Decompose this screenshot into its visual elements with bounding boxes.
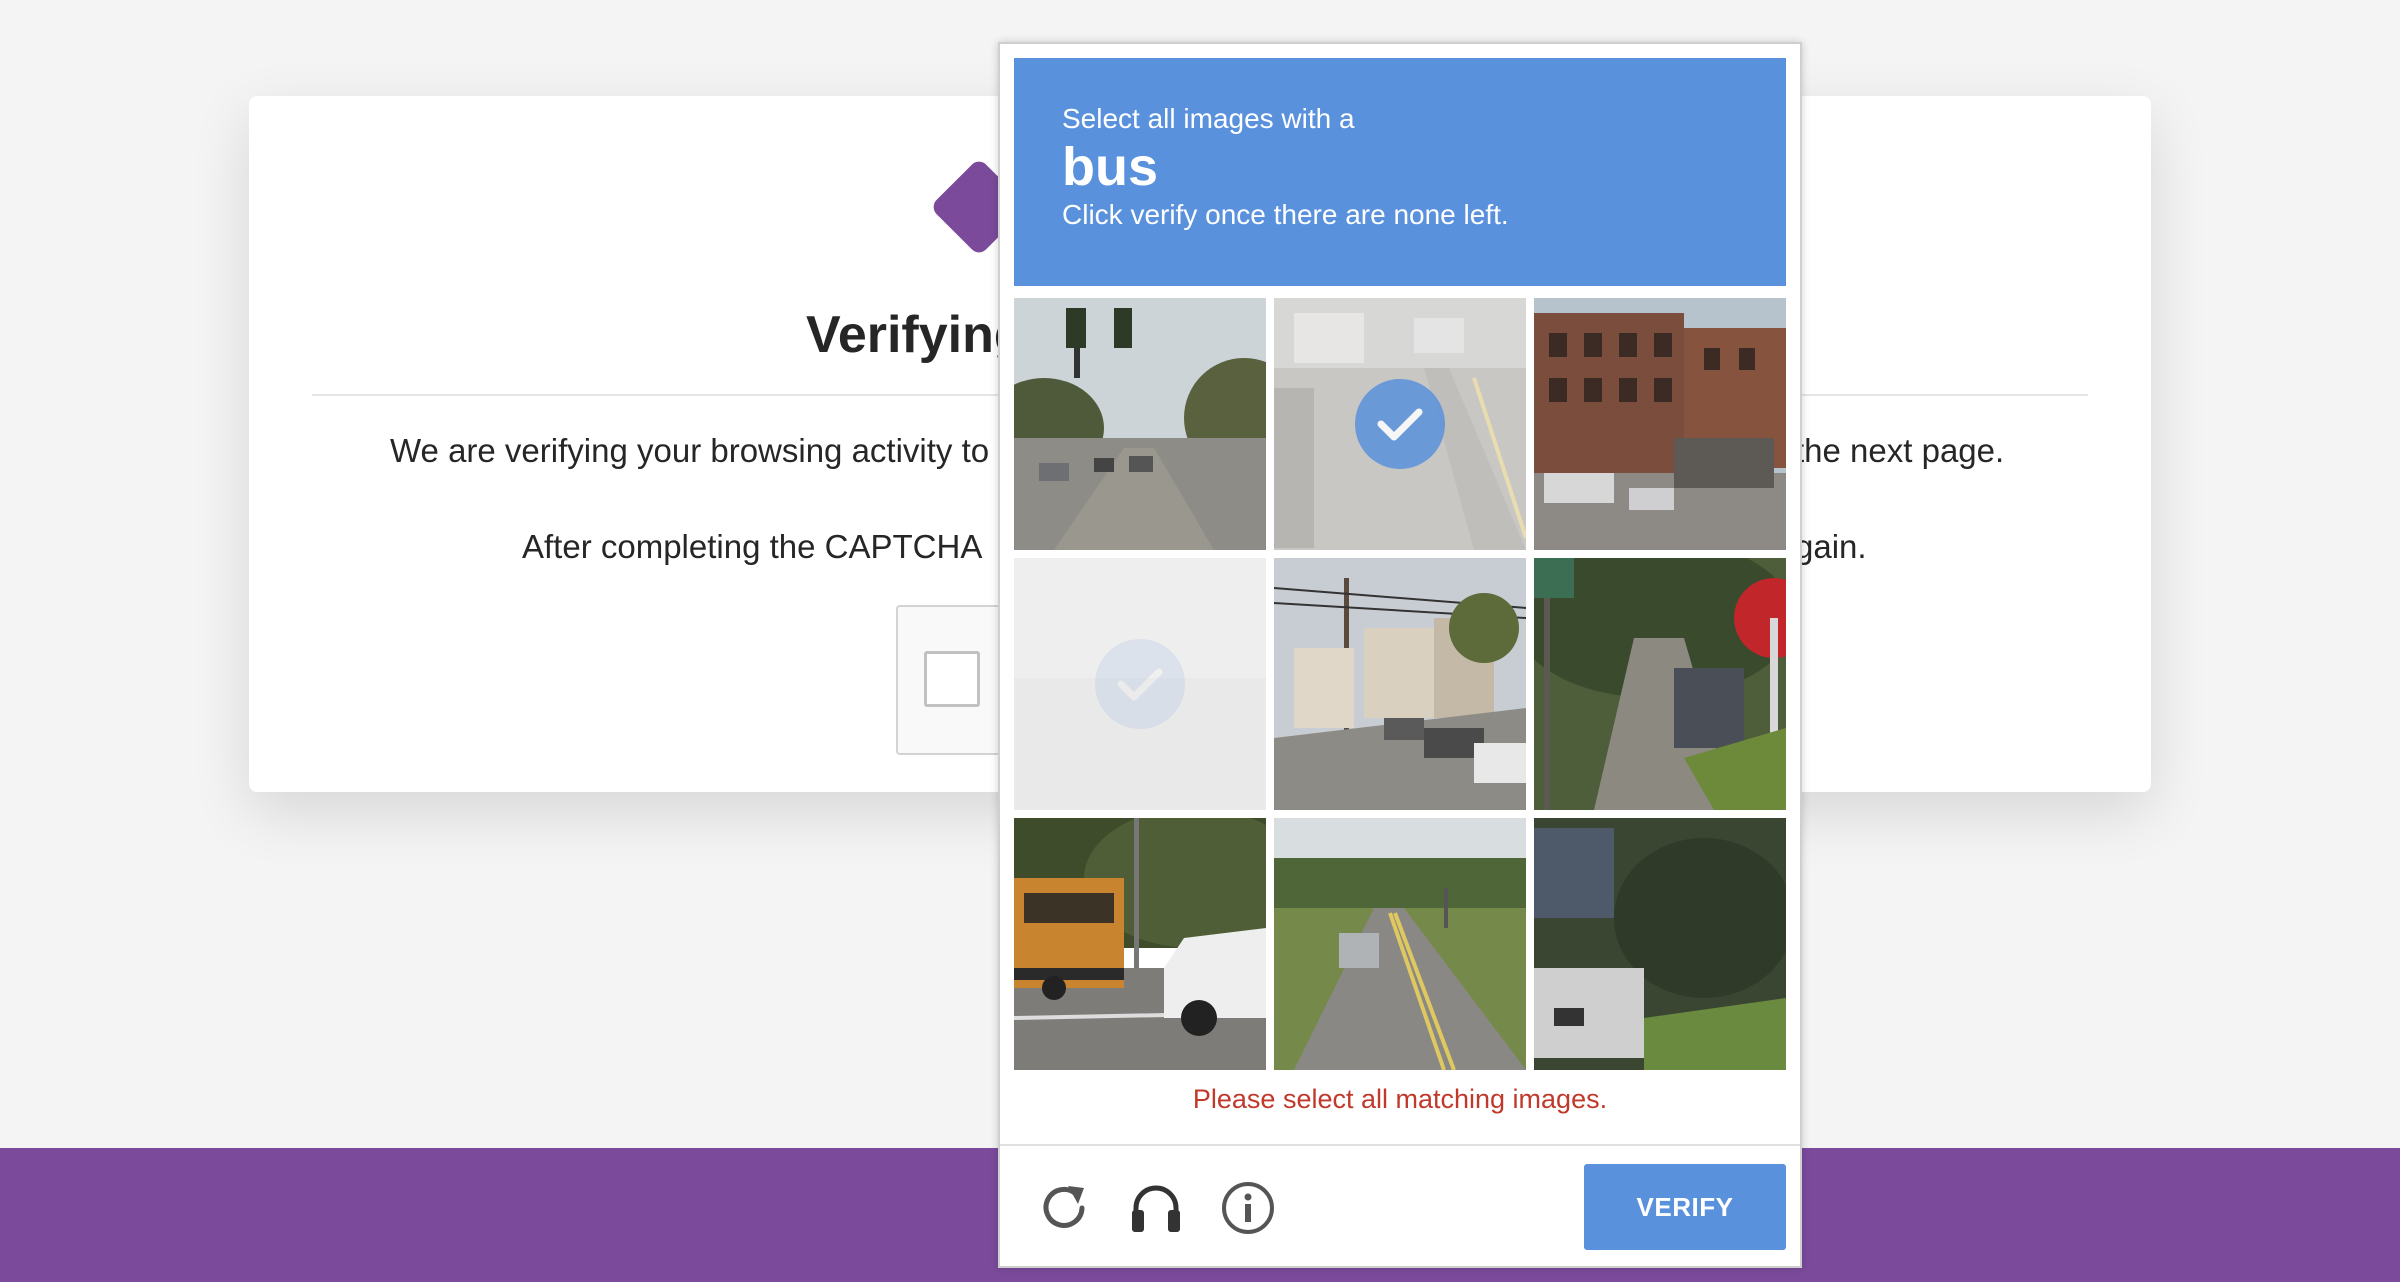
paragraph-2-left: After completing the CAPTCHA [522,528,983,565]
image-tile-sidewalk-stop-sign[interactable] [1534,558,1786,810]
image-tile-road-trucks[interactable] [1274,298,1526,550]
error-message: Please select all matching images. [1192,1084,1608,1114]
instruction-text: Select all images with a [1062,103,1355,134]
image-grid [1014,298,1786,1070]
paragraph-1-right: the next page. [1795,432,2005,469]
image-tile-street-traffic-lights[interactable] [1014,298,1266,550]
image-tile-school-bus[interactable] [1014,818,1266,1070]
image-tile-faded[interactable] [1014,558,1266,810]
fading-check-icon [1095,639,1185,729]
captcha-checkbox[interactable] [924,651,980,707]
verify-button[interactable]: VERIFY [1584,1164,1786,1250]
footer-separator [1000,1144,1800,1146]
challenge-prompt: Select all images with a bus Click verif… [1014,58,1786,286]
page-title: Verifying [806,306,1026,364]
reload-icon[interactable] [1034,1178,1094,1238]
image-tile-rural-road[interactable] [1274,818,1526,1070]
instruction-subtext: Click verify once there are none left. [1062,199,1509,230]
image-tile-houses-street[interactable] [1274,558,1526,810]
paragraph-1-left: We are verifying your browsing activity … [390,432,990,469]
challenge-keyword: bus [1062,137,1159,197]
image-tile-brick-buildings[interactable] [1534,298,1786,550]
info-icon[interactable] [1218,1178,1278,1238]
image-tile-parked-truck[interactable] [1534,818,1786,1070]
selected-check-icon [1355,379,1445,469]
audio-icon[interactable] [1126,1178,1186,1238]
paragraph-2-right: gain. [1795,528,1867,565]
captcha-challenge-popup: Select all images with a bus Click verif… [998,42,1802,1268]
